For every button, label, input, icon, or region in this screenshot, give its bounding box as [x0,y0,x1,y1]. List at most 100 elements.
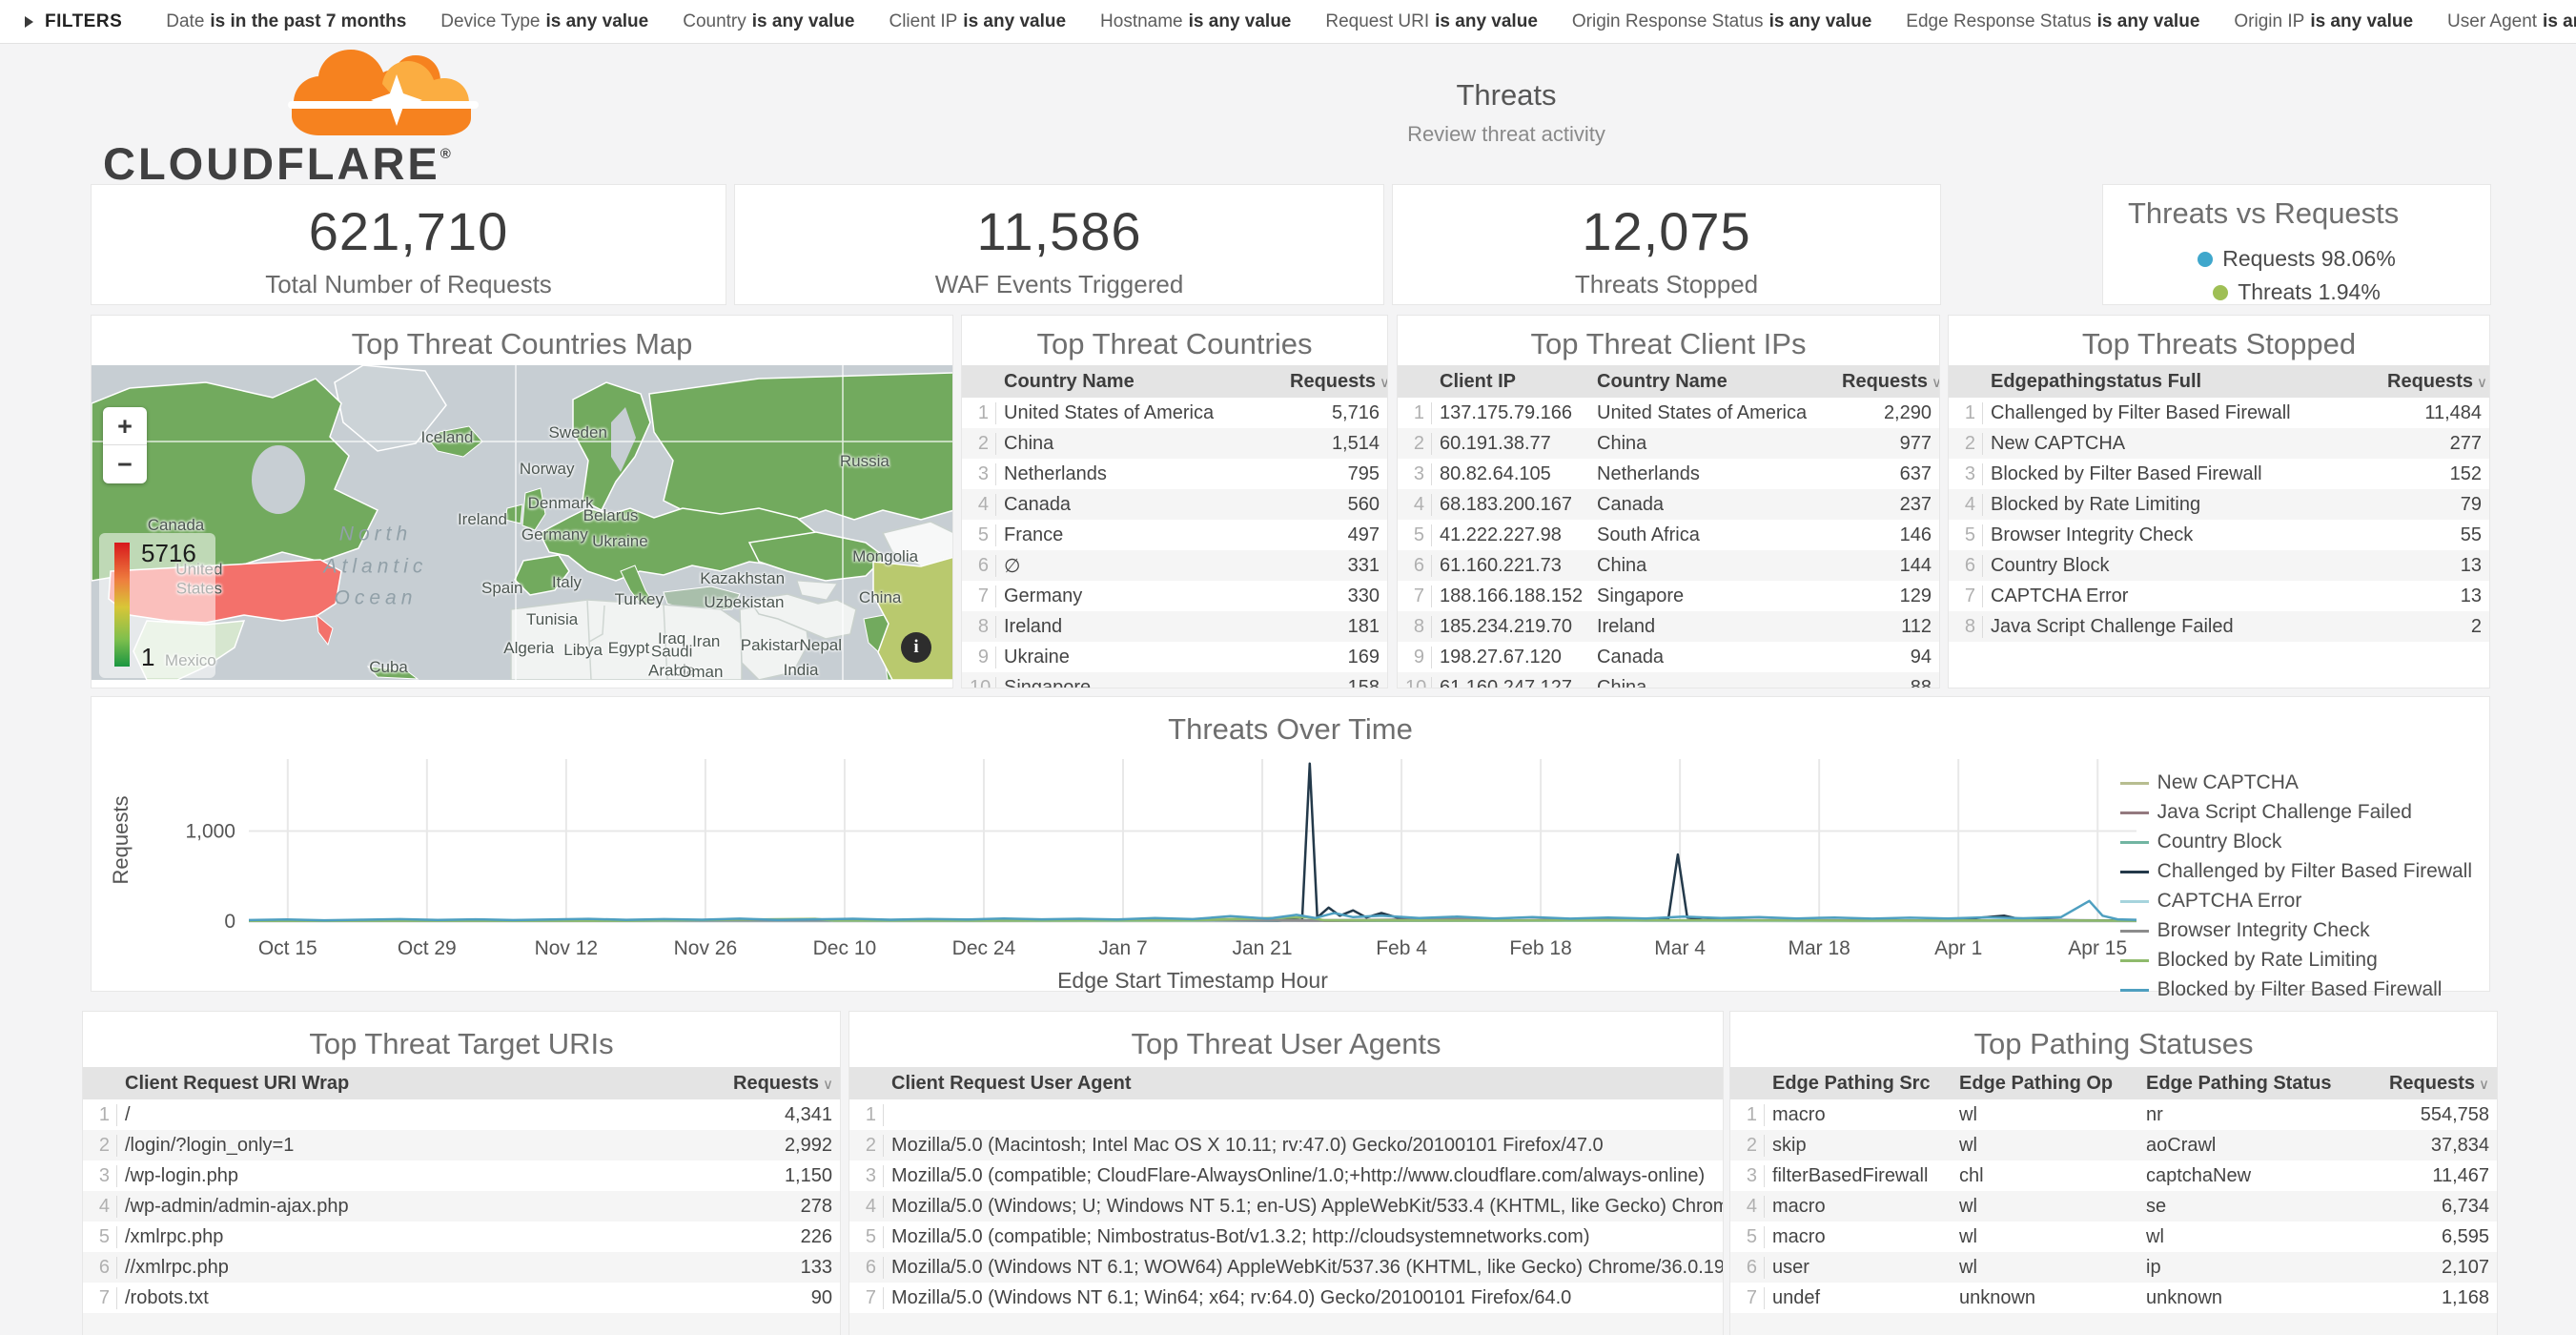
table-row[interactable]: 5France497 [962,520,1387,550]
table-row[interactable]: 4Canada560 [962,489,1387,520]
table-row[interactable]: 1 [849,1099,1723,1130]
table-row[interactable]: 5Browser Integrity Check55 [1949,520,2489,550]
chart-legend-item[interactable]: CAPTCHA Error [2120,890,2472,913]
table-row[interactable]: 3filterBasedFirewallchlcaptchaNew11,467 [1730,1160,2497,1191]
table-row[interactable]: 9Ukraine169 [962,642,1387,672]
column-header[interactable]: Requests∨ [2358,1073,2497,1095]
filter-item[interactable]: Hostnameis any value [1100,11,1291,31]
column-header[interactable]: Client Request URI Wrap [117,1073,726,1095]
filter-item[interactable]: Origin Response Statusis any value [1572,11,1871,31]
chart-legend-item[interactable]: New CAPTCHA [2120,771,2472,794]
filters-toggle[interactable]: FILTERS [45,11,122,32]
table-header: Edgepathingstatus FullRequests∨ [1949,365,2489,398]
table-row[interactable]: 9198.27.67.120Canada94 [1398,642,1939,672]
column-header[interactable]: Requests∨ [2380,371,2489,393]
table-row[interactable]: 7Mozilla/5.0 (Windows NT 6.1; Win64; x64… [849,1283,1723,1313]
table-row[interactable]: 5Mozilla/5.0 (compatible; Nimbostratus-B… [849,1222,1723,1252]
chart-legend-item[interactable]: Challenged by Filter Based Firewall [2120,860,2472,883]
chart-legend-item[interactable]: Browser Integrity Check [2120,919,2472,942]
column-header[interactable]: Country Name [1589,371,1834,393]
chart-legend-item[interactable]: Blocked by Filter Based Firewall [2120,978,2472,1001]
table-row[interactable]: 7CAPTCHA Error13 [1949,581,2489,611]
column-header[interactable]: Client Request User Agent [884,1073,1723,1095]
legend-item[interactable]: Threats 1.94% [2103,279,2490,305]
table-row[interactable]: 6//xmlrpc.php133 [83,1252,840,1283]
table-row[interactable]: 3Mozilla/5.0 (compatible; CloudFlare-Alw… [849,1160,1723,1191]
table-row[interactable]: 1061.160.247.127China88 [1398,672,1939,688]
chart-legend-item[interactable]: Blocked by Rate Limiting [2120,949,2472,972]
table-row[interactable]: 2/login/?login_only=12,992 [83,1130,840,1160]
table-row[interactable]: 8185.234.219.70Ireland112 [1398,611,1939,642]
table-body: 1macrowlnr554,7582skipwlaoCrawl37,8343fi… [1730,1099,2497,1313]
table-row[interactable]: 1Challenged by Filter Based Firewall11,4… [1949,398,2489,428]
filters-expand-icon[interactable] [25,16,33,28]
table-row[interactable]: 5/xmlrpc.php226 [83,1222,840,1252]
table-row[interactable]: 3/wp-login.php1,150 [83,1160,840,1191]
table-row[interactable]: 2China1,514 [962,428,1387,459]
map-country-label: Spain [481,580,522,599]
table-row[interactable]: 3Blocked by Filter Based Firewall152 [1949,459,2489,489]
table-row[interactable]: 1United States of America5,716 [962,398,1387,428]
table-row[interactable]: 661.160.221.73China144 [1398,550,1939,581]
row-index: 6 [1398,555,1432,577]
table-row[interactable]: 4macrowlse6,734 [1730,1191,2497,1222]
table-row[interactable]: 1/4,341 [83,1099,840,1130]
table-row[interactable]: 2Mozilla/5.0 (Macintosh; Intel Mac OS X … [849,1130,1723,1160]
table-row[interactable]: 4Mozilla/5.0 (Windows; U; Windows NT 5.1… [849,1191,1723,1222]
row-index: 4 [1398,494,1432,516]
row-index: 7 [1398,585,1432,607]
column-header[interactable]: Country Name [996,371,1282,393]
column-header[interactable]: Edge Pathing Op [1952,1073,2138,1095]
map-info-icon[interactable]: i [901,632,931,663]
filter-item[interactable]: Origin IPis any value [2234,11,2413,31]
legend-item[interactable]: Requests 98.06% [2103,246,2490,272]
column-header[interactable]: Client IP [1432,371,1589,393]
x-tick-label: Dec 24 [952,937,1016,959]
table-row[interactable]: 468.183.200.167Canada237 [1398,489,1939,520]
table-row[interactable]: 2New CAPTCHA277 [1949,428,2489,459]
chart-legend-item[interactable]: Java Script Challenge Failed [2120,801,2472,824]
table-row[interactable]: 7undefunknownunknown1,168 [1730,1283,2497,1313]
table-row[interactable]: 541.222.227.98South Africa146 [1398,520,1939,550]
world-map[interactable]: CanadaUnited StatesMexicoCubaIcelandIrel… [92,365,952,680]
filter-item[interactable]: User Agentis any value [2447,11,2576,31]
table-row[interactable]: 4/wp-admin/admin-ajax.php278 [83,1191,840,1222]
filter-item[interactable]: Device Typeis any value [440,11,648,31]
filter-item[interactable]: Request URIis any value [1325,11,1538,31]
filter-item[interactable]: Edge Response Statusis any value [1906,11,2199,31]
table-row[interactable]: 3Netherlands795 [962,459,1387,489]
table-row[interactable]: 8Java Script Challenge Failed2 [1949,611,2489,642]
table-row[interactable]: 10Singapore158 [962,672,1387,688]
cell: 2 [2380,616,2489,638]
table-row[interactable]: 6userwlip2,107 [1730,1252,2497,1283]
table-row[interactable]: 7/robots.txt90 [83,1283,840,1313]
column-header[interactable]: Requests∨ [726,1073,840,1095]
stat-label: Threats Stopped [1393,270,1940,299]
column-header[interactable]: Edgepathingstatus Full [1983,371,2380,393]
table-row[interactable]: 1137.175.79.166United States of America2… [1398,398,1939,428]
row-index: 4 [83,1196,117,1218]
filter-item[interactable]: Countryis any value [683,11,854,31]
table-row[interactable]: 6Mozilla/5.0 (Windows NT 6.1; WOW64) App… [849,1252,1723,1283]
table-row[interactable]: 6∅331 [962,550,1387,581]
table-row[interactable]: 5macrowlwl6,595 [1730,1222,2497,1252]
column-header[interactable]: Requests∨ [1282,371,1387,393]
zoom-in-button[interactable]: + [103,407,147,445]
table-body: 12Mozilla/5.0 (Macintosh; Intel Mac OS X… [849,1099,1723,1313]
table-row[interactable]: 8Ireland181 [962,611,1387,642]
zoom-out-button[interactable]: − [103,445,147,483]
column-header[interactable]: Requests∨ [1834,371,1939,393]
table-row[interactable]: 6Country Block13 [1949,550,2489,581]
table-row[interactable]: 380.82.64.105Netherlands637 [1398,459,1939,489]
column-header[interactable]: Edge Pathing Src [1765,1073,1952,1095]
table-row[interactable]: 4Blocked by Rate Limiting79 [1949,489,2489,520]
table-row[interactable]: 7188.166.188.152Singapore129 [1398,581,1939,611]
filter-item[interactable]: Client IPis any value [889,11,1066,31]
table-row[interactable]: 260.191.38.77China977 [1398,428,1939,459]
table-row[interactable]: 1macrowlnr554,758 [1730,1099,2497,1130]
table-row[interactable]: 2skipwlaoCrawl37,834 [1730,1130,2497,1160]
filter-item[interactable]: Dateis in the past 7 months [166,11,406,31]
column-header[interactable]: Edge Pathing Status [2138,1073,2358,1095]
table-row[interactable]: 7Germany330 [962,581,1387,611]
chart-legend-item[interactable]: Country Block [2120,831,2472,853]
